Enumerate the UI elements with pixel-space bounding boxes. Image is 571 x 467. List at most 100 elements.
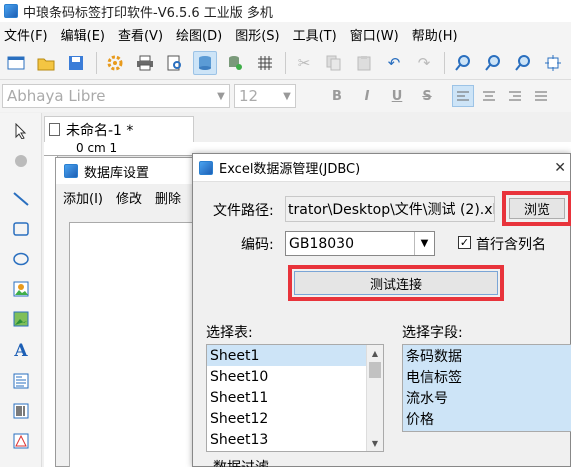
italic-button[interactable]: I bbox=[356, 85, 378, 107]
chevron-down-icon[interactable]: ▼ bbox=[414, 232, 434, 255]
document-icon bbox=[49, 123, 60, 136]
grid-icon[interactable] bbox=[253, 51, 277, 75]
table-list[interactable]: Sheet1 Sheet10 Sheet11 Sheet12 Sheet13 ▲… bbox=[206, 344, 384, 452]
file-path-field[interactable]: trator\Desktop\文件\测试 (2).xls bbox=[285, 196, 495, 222]
text-tool-icon[interactable]: A bbox=[9, 339, 33, 363]
delete-menu-item[interactable]: 删除 bbox=[155, 188, 181, 207]
encoding-select[interactable]: GB18030 ▼ bbox=[285, 231, 435, 256]
rectangle-tool-icon[interactable] bbox=[9, 217, 33, 241]
left-tools-toolbar: A bbox=[0, 113, 42, 467]
scroll-down-icon[interactable]: ▼ bbox=[367, 435, 383, 451]
list-item[interactable]: 电信标签 bbox=[403, 366, 571, 387]
datasource-list[interactable] bbox=[69, 222, 198, 467]
browse-button[interactable]: 浏览 bbox=[509, 198, 565, 219]
align-center-icon[interactable] bbox=[478, 85, 500, 107]
print-icon[interactable] bbox=[133, 51, 157, 75]
strikethrough-button[interactable]: S bbox=[416, 85, 438, 107]
underline-button[interactable]: U bbox=[386, 85, 408, 107]
bold-button[interactable]: B bbox=[326, 85, 348, 107]
image-tool-icon[interactable] bbox=[9, 277, 33, 301]
test-connection-button[interactable]: 测试连接 bbox=[294, 271, 498, 295]
font-size-value: 12 bbox=[239, 87, 259, 105]
shape-tool-icon[interactable] bbox=[9, 429, 33, 453]
dialog-title-bar: 数据库设置 bbox=[56, 158, 199, 184]
fit-page-icon[interactable] bbox=[541, 51, 565, 75]
paste-icon[interactable] bbox=[352, 51, 376, 75]
font-name-select[interactable]: Abhaya Libre ▼ bbox=[2, 84, 230, 108]
ruler-label: 0 cm 1 bbox=[76, 142, 118, 155]
open-folder-icon[interactable] bbox=[34, 51, 58, 75]
field-list[interactable]: 条码数据 电信标签 流水号 价格 bbox=[402, 344, 571, 432]
list-item[interactable]: Sheet12 bbox=[207, 408, 368, 429]
list-item[interactable]: 条码数据 bbox=[403, 345, 571, 366]
zoom-out-icon[interactable] bbox=[481, 51, 505, 75]
cut-icon[interactable]: ✂ bbox=[292, 51, 316, 75]
undo-icon[interactable]: ↶ bbox=[382, 51, 406, 75]
menu-tools[interactable]: 工具(T) bbox=[293, 25, 337, 44]
font-toolbar: Abhaya Libre ▼ 12 ▼ B I U S bbox=[0, 80, 571, 112]
data-filter-label: 数据过滤 bbox=[213, 457, 269, 467]
file-path-value: trator\Desktop\文件\测试 (2).xls bbox=[288, 202, 495, 218]
list-item[interactable]: Sheet1 bbox=[207, 345, 368, 366]
menu-draw[interactable]: 绘图(D) bbox=[176, 25, 222, 44]
database-icon[interactable] bbox=[193, 50, 217, 75]
edit-menu-item[interactable]: 修改 bbox=[116, 188, 142, 207]
zoom-in-icon[interactable] bbox=[451, 51, 475, 75]
settings-gear-icon[interactable] bbox=[103, 51, 127, 75]
list-item[interactable]: 流水号 bbox=[403, 387, 571, 408]
menu-shape[interactable]: 图形(S) bbox=[235, 25, 279, 44]
rotate-icon[interactable] bbox=[9, 149, 33, 173]
scroll-up-icon[interactable]: ▲ bbox=[367, 345, 383, 361]
redo-icon[interactable]: ↷ bbox=[412, 51, 436, 75]
app-logo-icon bbox=[64, 164, 78, 178]
window-title: 中琅条码标签打印软件-V6.5.6 工业版 多机 bbox=[23, 5, 273, 21]
list-item[interactable]: Sheet11 bbox=[207, 387, 368, 408]
picture-tool-icon[interactable] bbox=[9, 307, 33, 331]
zoom-fit-icon[interactable] bbox=[511, 51, 535, 75]
ellipse-tool-icon[interactable] bbox=[9, 247, 33, 271]
toolbar-separator bbox=[444, 51, 445, 74]
close-icon[interactable]: ✕ bbox=[554, 160, 566, 176]
font-size-select[interactable]: 12 ▼ bbox=[234, 84, 296, 108]
rich-text-tool-icon[interactable] bbox=[9, 369, 33, 393]
dialog-menu: 添加(I) 修改 删除 bbox=[56, 184, 199, 210]
menu-window[interactable]: 窗口(W) bbox=[350, 25, 399, 44]
select-pointer-icon[interactable] bbox=[9, 119, 33, 143]
align-left-icon[interactable] bbox=[452, 85, 474, 107]
add-menu-item[interactable]: 添加(I) bbox=[63, 188, 103, 207]
dialog-title: 数据库设置 bbox=[84, 165, 150, 181]
new-file-icon[interactable] bbox=[4, 51, 28, 75]
save-icon[interactable] bbox=[64, 51, 88, 75]
menu-edit[interactable]: 编辑(E) bbox=[61, 25, 105, 44]
list-item[interactable]: Sheet10 bbox=[207, 366, 368, 387]
fields-label: 选择字段: bbox=[402, 325, 463, 341]
tables-label: 选择表: bbox=[206, 325, 253, 341]
chevron-down-icon[interactable]: ▼ bbox=[279, 85, 295, 107]
justify-icon[interactable] bbox=[530, 85, 552, 107]
font-name-value: Abhaya Libre bbox=[7, 87, 106, 105]
scrollbar[interactable]: ▲ ▼ bbox=[366, 345, 383, 451]
file-path-label: 文件路径: bbox=[213, 203, 274, 219]
first-row-checkbox[interactable]: ✓ bbox=[458, 236, 471, 249]
document-tab[interactable]: 未命名-1 * bbox=[44, 116, 194, 142]
print-preview-icon[interactable] bbox=[163, 51, 187, 75]
database-connect-icon[interactable] bbox=[223, 51, 247, 75]
list-item[interactable]: 价格 bbox=[403, 408, 571, 429]
app-logo-icon bbox=[4, 4, 18, 18]
align-right-icon[interactable] bbox=[504, 85, 526, 107]
title-bar: 中琅条码标签打印软件-V6.5.6 工业版 多机 bbox=[0, 0, 571, 22]
document-tab-title: 未命名-1 * bbox=[66, 122, 134, 139]
menu-view[interactable]: 查看(V) bbox=[118, 25, 163, 44]
encoding-value: GB18030 bbox=[289, 235, 354, 252]
line-tool-icon[interactable] bbox=[9, 187, 33, 211]
menu-file[interactable]: 文件(F) bbox=[4, 25, 48, 44]
copy-icon[interactable] bbox=[322, 51, 346, 75]
chevron-down-icon[interactable]: ▼ bbox=[213, 85, 229, 107]
app-logo-icon bbox=[199, 160, 213, 175]
list-item[interactable]: Sheet13 bbox=[207, 429, 368, 450]
dialog-title-bar: Excel数据源管理(JDBC) ✕ bbox=[193, 154, 570, 182]
menu-bar: 文件(F) 编辑(E) 查看(V) 绘图(D) 图形(S) 工具(T) 窗口(W… bbox=[0, 22, 571, 46]
barcode-tool-icon[interactable] bbox=[9, 399, 33, 423]
scroll-thumb[interactable] bbox=[369, 362, 381, 378]
menu-help[interactable]: 帮助(H) bbox=[412, 25, 458, 44]
